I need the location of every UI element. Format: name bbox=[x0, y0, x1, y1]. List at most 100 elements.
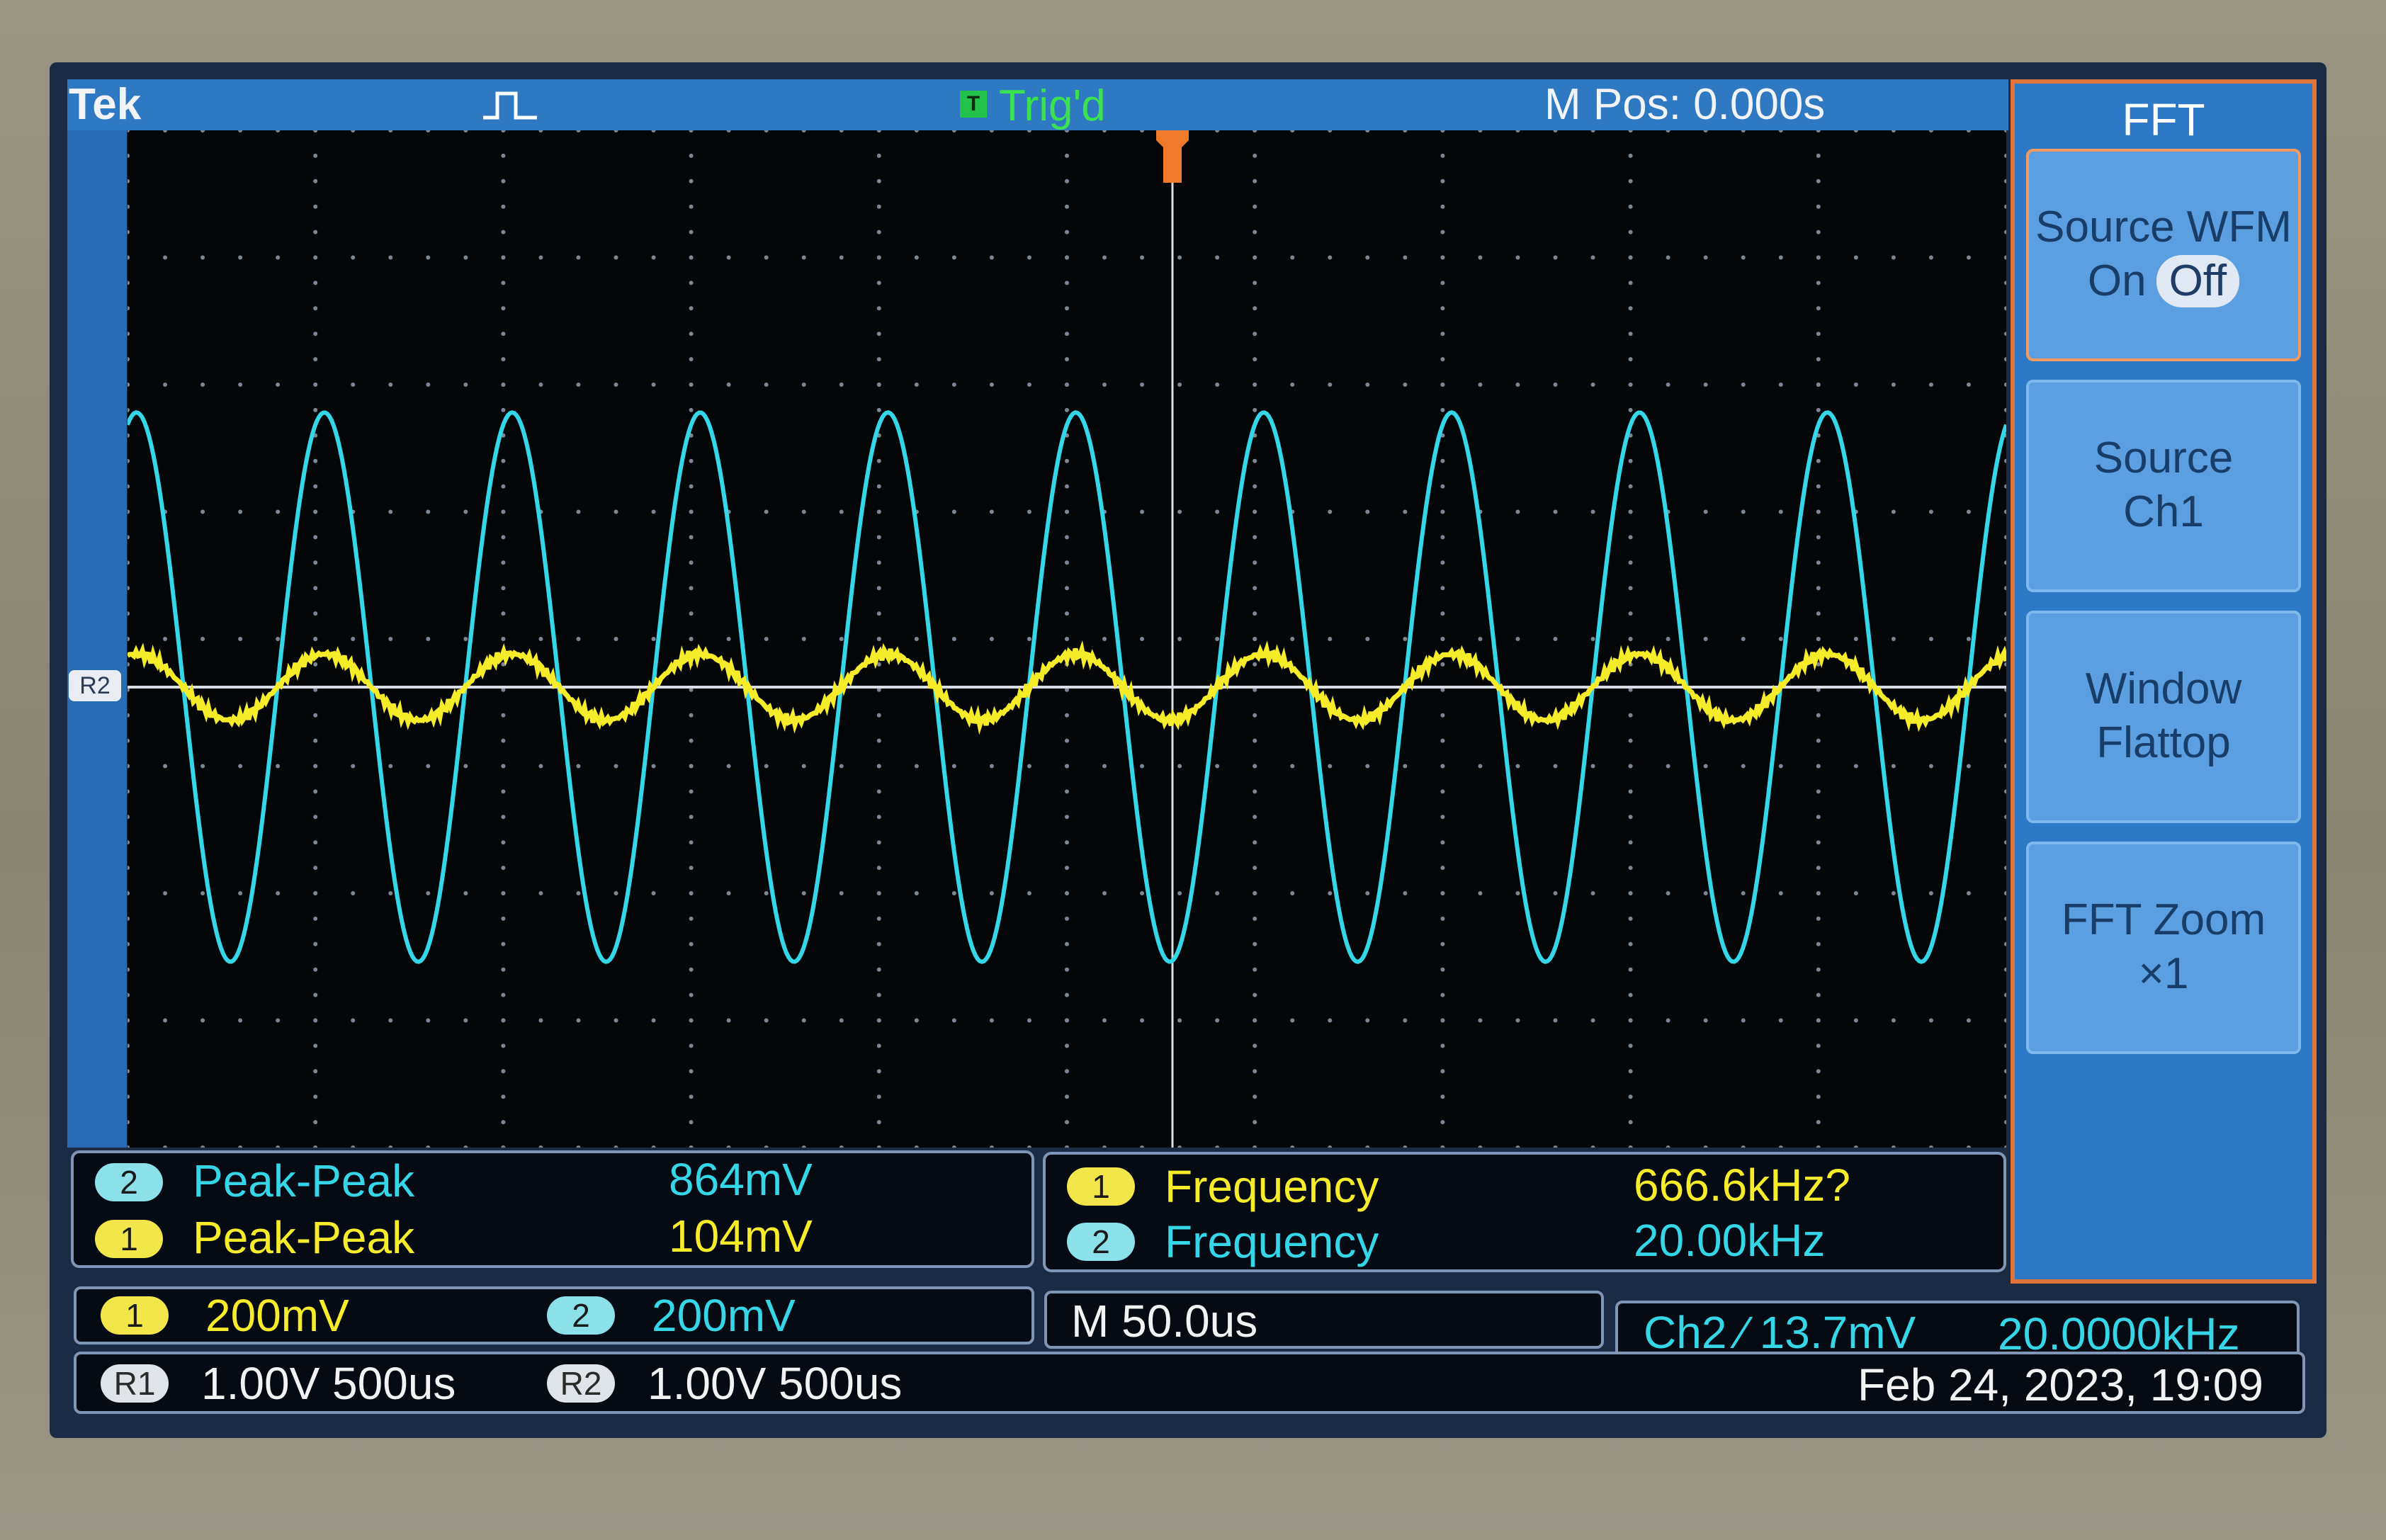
graticule-dot bbox=[1741, 509, 1746, 514]
graticule-dot bbox=[1891, 637, 1896, 641]
graticule-dot bbox=[1553, 509, 1558, 514]
graticule-dot bbox=[1478, 255, 1483, 260]
graticule-dot bbox=[163, 637, 168, 641]
graticule-dot bbox=[1478, 637, 1483, 641]
graticule-dot bbox=[1928, 891, 1933, 895]
toggle-off-option[interactable]: Off bbox=[2156, 255, 2240, 307]
graticule-dot bbox=[351, 637, 356, 641]
graticule-dot bbox=[1778, 383, 1783, 387]
graticule-dot bbox=[1440, 941, 1445, 946]
source-button[interactable]: Source Ch1 bbox=[2026, 380, 2301, 592]
graticule-dot bbox=[1741, 255, 1746, 260]
graticule-dot bbox=[876, 383, 881, 387]
graticule-dot bbox=[1478, 764, 1483, 769]
graticule-dot bbox=[1628, 281, 1633, 285]
graticule-dot bbox=[463, 891, 468, 895]
reference-r2-marker[interactable]: R2 bbox=[69, 670, 121, 701]
ch1-badge[interactable]: 1 bbox=[101, 1296, 169, 1335]
fft-side-menu: FFT Source WFM On Off Source Ch1 Window F… bbox=[2011, 79, 2317, 1284]
graticule-dot bbox=[1065, 332, 1069, 336]
graticule-dot bbox=[1590, 1018, 1595, 1023]
graticule-dot bbox=[1628, 1094, 1633, 1099]
graticule-dot bbox=[1215, 509, 1220, 514]
graticule-dot bbox=[1816, 789, 1821, 794]
graticule-dot bbox=[1515, 764, 1520, 769]
graticule-dot bbox=[801, 1018, 806, 1023]
graticule-dot bbox=[876, 866, 881, 871]
graticule-dot bbox=[651, 1018, 656, 1023]
source-wfm-button[interactable]: Source WFM On Off bbox=[2026, 149, 2301, 361]
r1-setting: 1.00V 500us bbox=[201, 1358, 456, 1409]
graticule-dot bbox=[1816, 204, 1821, 209]
graticule-dot bbox=[689, 281, 694, 285]
graticule-dot bbox=[1553, 383, 1558, 387]
graticule-dot bbox=[1065, 357, 1069, 362]
graticule-dot bbox=[1065, 738, 1069, 743]
graticule-dot bbox=[163, 255, 168, 260]
graticule-dot bbox=[1440, 866, 1445, 871]
source-wfm-label: Source WFM bbox=[2035, 203, 2292, 251]
graticule-dot bbox=[1816, 1018, 1821, 1023]
graticule-dot bbox=[576, 509, 581, 514]
graticule-dot bbox=[1065, 1120, 1069, 1125]
graticule-dot bbox=[1253, 840, 1257, 845]
graticule-dot bbox=[426, 891, 431, 895]
graticule-dot bbox=[876, 967, 881, 972]
graticule-dot bbox=[764, 383, 769, 387]
toggle-on-option[interactable]: On bbox=[2088, 256, 2147, 305]
graticule-dot bbox=[200, 1018, 205, 1023]
graticule-dot bbox=[1065, 255, 1069, 260]
graticule-dot bbox=[1440, 992, 1445, 997]
ch2-badge[interactable]: 2 bbox=[547, 1296, 615, 1335]
graticule-dot bbox=[689, 153, 694, 158]
window-button[interactable]: Window Flattop bbox=[2026, 611, 2301, 823]
graticule-dot bbox=[313, 179, 318, 183]
graticule-dot bbox=[1440, 306, 1445, 311]
graticule-dot bbox=[764, 1018, 769, 1023]
measurement-panel-left: 2 Peak-Peak 864mV 1 Peak-Peak 104mV bbox=[71, 1150, 1034, 1268]
graticule-dot bbox=[1253, 764, 1257, 769]
measurement-channel-badge: 2 bbox=[1067, 1223, 1135, 1261]
graticule-dot bbox=[1891, 255, 1896, 260]
graticule-dot bbox=[1290, 637, 1295, 641]
fft-zoom-value: ×1 bbox=[2138, 949, 2189, 998]
graticule-dot bbox=[1816, 458, 1821, 463]
graticule-dot bbox=[313, 738, 318, 743]
graticule-dot bbox=[1328, 1018, 1333, 1023]
graticule-dot bbox=[951, 1018, 956, 1023]
graticule-dot bbox=[689, 866, 694, 871]
graticule-dot bbox=[689, 383, 694, 387]
graticule-dot bbox=[801, 509, 806, 514]
graticule-dot bbox=[876, 1069, 881, 1074]
graticule-dot bbox=[200, 764, 205, 769]
graticule-dot bbox=[1328, 383, 1333, 387]
graticule-dot bbox=[1065, 789, 1069, 794]
graticule-dot bbox=[876, 789, 881, 794]
graticule-dot bbox=[989, 255, 994, 260]
graticule-dot bbox=[1816, 992, 1821, 997]
graticule-dot bbox=[1027, 637, 1031, 641]
r2-badge[interactable]: R2 bbox=[547, 1364, 615, 1403]
graticule-dot bbox=[1816, 281, 1821, 285]
graticule-dot bbox=[1628, 306, 1633, 311]
graticule-dot bbox=[1816, 586, 1821, 591]
graticule-dot bbox=[463, 764, 468, 769]
graticule-dot bbox=[1440, 255, 1445, 260]
r1-badge[interactable]: R1 bbox=[101, 1364, 169, 1403]
graticule-dot bbox=[1065, 1043, 1069, 1048]
graticule-dot bbox=[1065, 281, 1069, 285]
graticule-dot bbox=[989, 509, 994, 514]
graticule-dot bbox=[1741, 764, 1746, 769]
fft-zoom-button[interactable]: FFT Zoom ×1 bbox=[2026, 842, 2301, 1054]
graticule-dot bbox=[276, 891, 281, 895]
graticule-dot bbox=[1215, 637, 1220, 641]
graticule-dot bbox=[914, 1018, 919, 1023]
graticule-dot bbox=[1928, 509, 1933, 514]
graticule-dot bbox=[313, 789, 318, 794]
graticule-dot bbox=[1628, 637, 1633, 641]
graticule-dot bbox=[1440, 738, 1445, 743]
graticule-dot bbox=[1065, 458, 1069, 463]
graticule-dot bbox=[1253, 941, 1257, 946]
graticule-dot bbox=[1253, 204, 1257, 209]
graticule-dot bbox=[1440, 815, 1445, 820]
